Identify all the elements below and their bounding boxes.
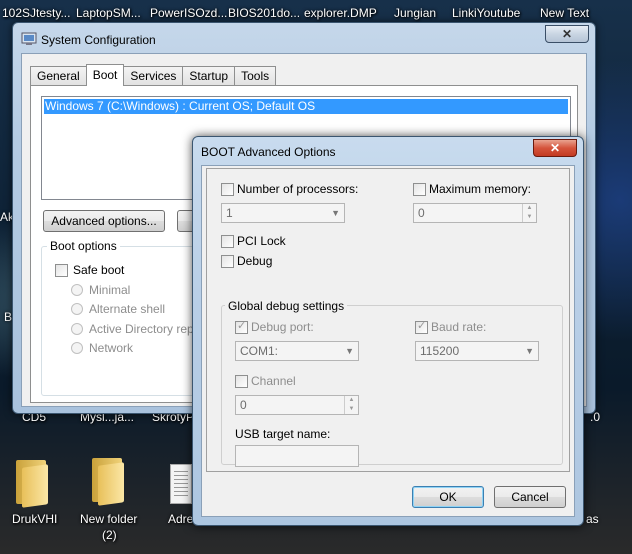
debug-port-combo[interactable]: COM1: ▼	[235, 341, 359, 361]
channel-spinner[interactable]: 0 ▲ ▼	[235, 395, 359, 415]
window-title: System Configuration	[41, 33, 156, 47]
spinner-value: 0	[418, 206, 425, 220]
dialog-close-button[interactable]: ✕	[533, 139, 577, 157]
usb-target-name-input[interactable]	[235, 445, 359, 467]
desktop-icon-label[interactable]: Adre	[168, 512, 193, 526]
arrow-up-icon[interactable]: ▲	[523, 204, 536, 213]
desktop-icon-sublabel: (2)	[102, 528, 117, 542]
pci-lock-checkbox[interactable]	[221, 235, 234, 248]
desktop-icon-label[interactable]: explorer.DMP	[304, 6, 377, 20]
network-radio[interactable]	[71, 342, 83, 354]
safe-boot-label: Safe boot	[73, 263, 125, 277]
chevron-down-icon: ▼	[331, 208, 340, 218]
title-bar[interactable]: System Configuration ✕	[13, 23, 595, 51]
arrow-down-icon[interactable]: ▼	[523, 213, 536, 222]
close-icon: ✕	[549, 141, 561, 155]
tab-boot[interactable]: Boot	[85, 64, 125, 86]
desktop-icon-label[interactable]: 102SJtesty...	[2, 6, 70, 20]
desktop-icon-label[interactable]: New folder	[80, 512, 137, 526]
number-of-processors-label: Number of processors:	[237, 182, 359, 196]
global-debug-legend: Global debug settings	[225, 299, 348, 313]
channel-label: Channel	[251, 374, 296, 388]
tab-general[interactable]: General	[30, 66, 87, 86]
ad-repair-label: Active Directory repai	[89, 322, 204, 336]
chevron-down-icon: ▼	[525, 346, 534, 356]
debug-port-checkbox[interactable]	[235, 319, 248, 334]
baud-rate-combo[interactable]: 115200 ▼	[415, 341, 539, 361]
desktop-icon-label[interactable]: BIOS201do...	[228, 6, 300, 20]
minimal-radio[interactable]	[71, 284, 83, 296]
maximum-memory-label: Maximum memory:	[429, 182, 532, 196]
close-button[interactable]: ✕	[545, 25, 589, 43]
combo-value: 1	[226, 206, 233, 220]
ad-repair-radio[interactable]	[71, 323, 83, 335]
baud-rate-checkbox[interactable]	[415, 319, 428, 334]
tab-startup[interactable]: Startup	[182, 66, 236, 86]
desktop-icon-label[interactable]: Jungian	[394, 6, 436, 20]
desktop-icon-label[interactable]: DrukVHI	[12, 512, 57, 526]
folder-icon[interactable]	[88, 458, 128, 506]
channel-checkbox[interactable]	[235, 375, 248, 388]
os-list-item[interactable]: Windows 7 (C:\Windows) : Current OS; Def…	[44, 99, 568, 114]
desktop-icon-label[interactable]: as	[586, 512, 599, 526]
pci-lock-label: PCI Lock	[237, 234, 286, 248]
tab-services[interactable]: Services	[123, 66, 184, 86]
combo-value: COM1:	[240, 344, 279, 358]
spinner-buttons[interactable]: ▲ ▼	[522, 204, 536, 222]
document-icon[interactable]	[170, 464, 192, 504]
number-of-processors-checkbox[interactable]	[221, 183, 234, 196]
chevron-down-icon: ▼	[345, 346, 354, 356]
folder-icon[interactable]	[12, 460, 52, 508]
maximum-memory-spinner[interactable]: 0 ▲ ▼	[413, 203, 537, 223]
ok-button[interactable]: OK	[412, 486, 484, 508]
spinner-value: 0	[240, 398, 247, 412]
boot-options-legend: Boot options	[47, 239, 120, 253]
arrow-up-icon[interactable]: ▲	[345, 396, 358, 405]
debug-port-label: Debug port:	[251, 320, 314, 334]
desktop-icon-label[interactable]: LinkiYoutube	[452, 6, 520, 20]
desktop-icon-label[interactable]: PowerISOzd...	[150, 6, 227, 20]
minimal-label: Minimal	[89, 283, 131, 297]
msconfig-icon	[21, 32, 37, 45]
spinner-buttons[interactable]: ▲ ▼	[344, 396, 358, 414]
tab-tools[interactable]: Tools	[234, 66, 277, 86]
desktop-icon-label[interactable]: New Text	[540, 6, 589, 20]
network-label: Network	[89, 341, 134, 355]
debug-label: Debug	[237, 254, 273, 268]
usb-target-name-label: USB target name:	[235, 427, 331, 441]
options-panel: Number of processors: 1 ▼ Maximum memory…	[206, 168, 570, 472]
dialog-client-area: Number of processors: 1 ▼ Maximum memory…	[201, 165, 575, 517]
debug-checkbox[interactable]	[221, 255, 234, 268]
tab-strip: General Boot Services Startup Tools	[30, 64, 277, 86]
baud-rate-label: Baud rate:	[431, 320, 487, 334]
safe-boot-checkbox[interactable]	[55, 264, 68, 277]
alternate-shell-radio[interactable]	[71, 303, 83, 315]
close-icon: ✕	[561, 27, 573, 41]
boot-advanced-options-dialog: BOOT Advanced Options ✕ Number of proces…	[192, 136, 584, 526]
dialog-title: BOOT Advanced Options	[201, 145, 336, 159]
cancel-button[interactable]: Cancel	[494, 486, 566, 508]
desktop-icon-label[interactable]: B	[4, 310, 12, 324]
arrow-down-icon[interactable]: ▼	[345, 405, 358, 414]
desktop-icon-label[interactable]: LaptopSM...	[76, 6, 141, 20]
number-of-processors-combo[interactable]: 1 ▼	[221, 203, 345, 223]
advanced-options-button[interactable]: Advanced options...	[43, 210, 165, 232]
alternate-shell-label: Alternate shell	[89, 302, 166, 316]
maximum-memory-checkbox[interactable]	[413, 183, 426, 196]
combo-value: 115200	[420, 344, 460, 358]
